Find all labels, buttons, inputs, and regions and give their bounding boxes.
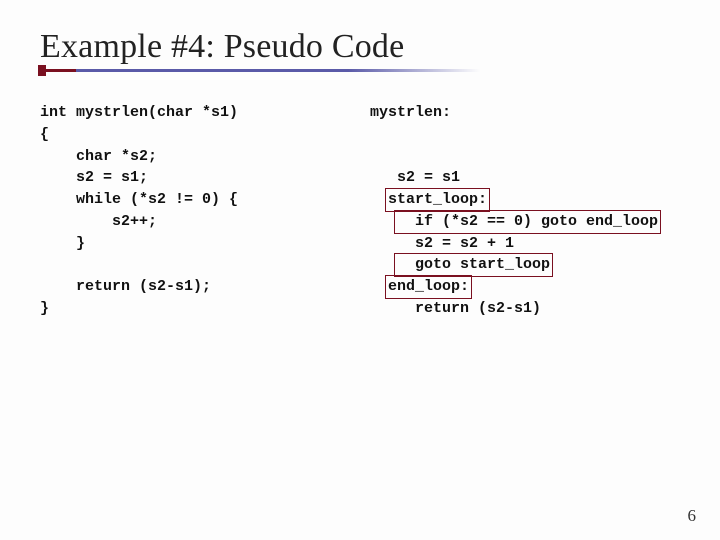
code-line: char *s2;: [40, 148, 157, 165]
code-line: }: [40, 300, 49, 317]
title-underline: [40, 69, 480, 72]
title-accent-box: [38, 65, 46, 76]
slide-title: Example #4: Pseudo Code: [40, 28, 680, 66]
code-line: s2 = s2 + 1: [370, 235, 514, 252]
code-line: s2 = s1;: [40, 169, 148, 186]
code-line: while (*s2 != 0) {: [40, 191, 238, 208]
c-code-column: int mystrlen(char *s1) { char *s2; s2 = …: [40, 102, 340, 320]
code-line: return (s2-s1);: [40, 278, 211, 295]
code-line: {: [40, 126, 49, 143]
slide: Example #4: Pseudo Code int mystrlen(cha…: [0, 0, 720, 540]
code-line: s2 = s1: [370, 169, 460, 186]
page-number: 6: [688, 506, 697, 526]
title-block: Example #4: Pseudo Code: [40, 28, 680, 72]
code-line: }: [40, 235, 85, 252]
content-columns: int mystrlen(char *s1) { char *s2; s2 = …: [40, 102, 680, 320]
code-line: int mystrlen(char *s1): [40, 104, 238, 121]
highlight-goto-start: goto start_loop: [394, 253, 553, 277]
code-line: mystrlen:: [370, 104, 451, 121]
code-indent: [370, 213, 397, 230]
pseudo-code-column: mystrlen: s2 = s1 start_loop: if (*s2 ==…: [370, 102, 680, 320]
highlight-end-loop-label: end_loop:: [385, 275, 472, 299]
code-indent: [370, 256, 397, 273]
code-line: return (s2-s1): [370, 300, 541, 317]
code-line: s2++;: [40, 213, 157, 230]
highlight-if-goto-end: if (*s2 == 0) goto end_loop: [394, 210, 661, 234]
highlight-start-loop-label: start_loop:: [385, 188, 490, 212]
